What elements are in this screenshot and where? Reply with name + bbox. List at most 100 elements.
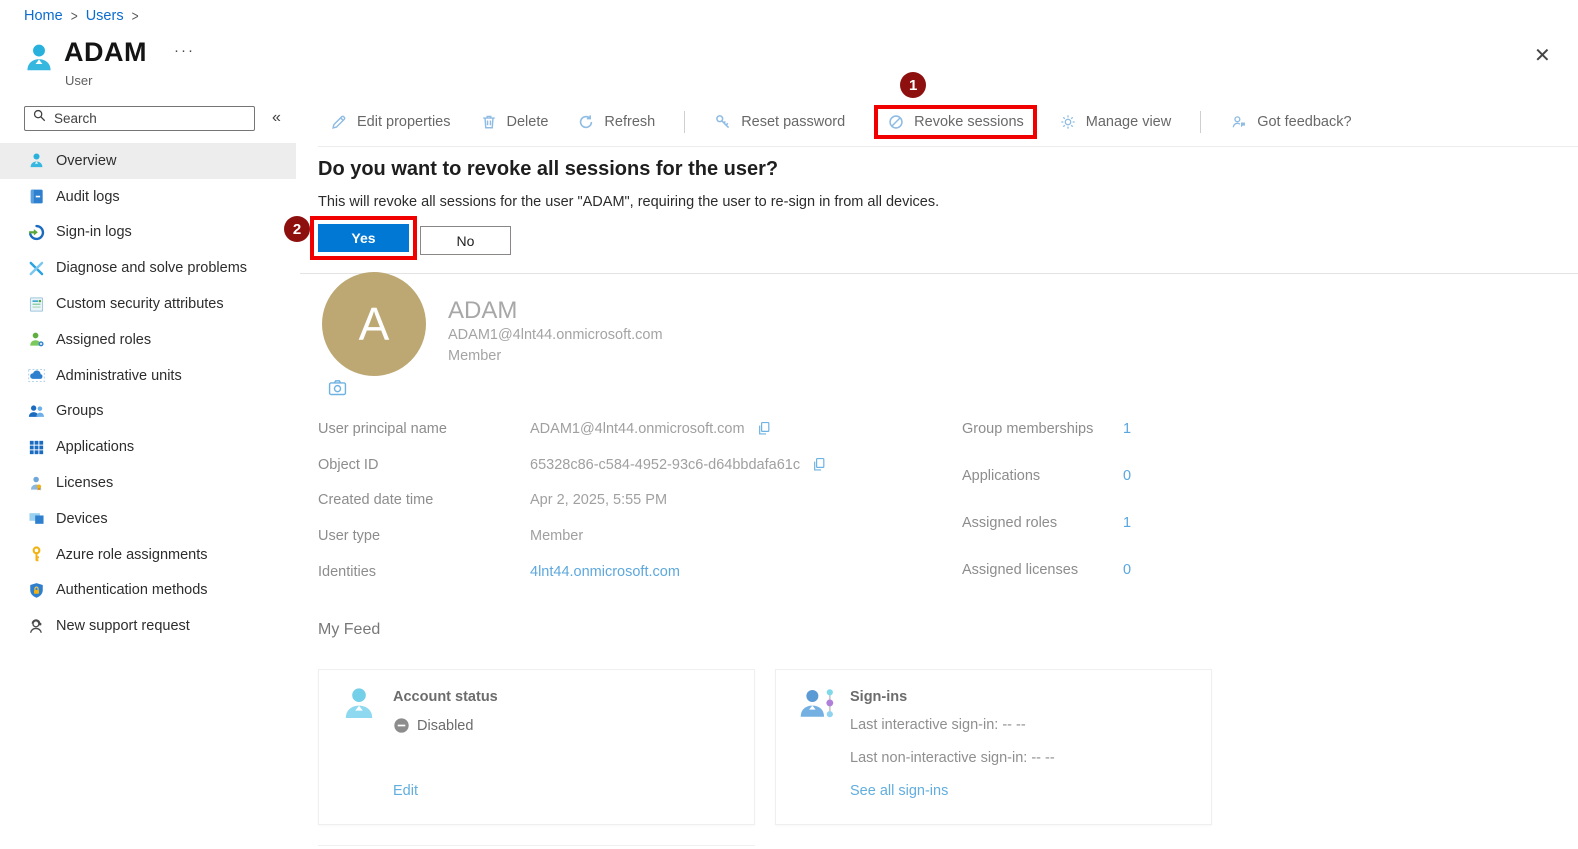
- sidebar-item-sign-in-logs[interactable]: Sign-in logs: [0, 215, 296, 251]
- sidebar-item-assigned-roles[interactable]: Assigned roles: [0, 322, 296, 358]
- refresh-button[interactable]: Refresh: [577, 113, 655, 131]
- more-menu-button[interactable]: ···: [174, 42, 195, 59]
- devices-icon: [27, 509, 46, 528]
- edit-link[interactable]: Edit: [393, 783, 418, 799]
- chevron-right-icon: >: [70, 7, 78, 25]
- sign-ins-card: Sign-ins Last interactive sign-in: -- --…: [775, 669, 1212, 825]
- disabled-minus-icon: [393, 717, 410, 734]
- revoke-sessions-button[interactable]: Revoke sessions: [887, 113, 1024, 131]
- sidebar-item-label: Overview: [56, 152, 117, 169]
- cloud-icon: [27, 366, 46, 385]
- toolbar-divider: [1200, 111, 1202, 133]
- sidebar-item-label: Licenses: [56, 475, 114, 492]
- sidebar-item-label: Applications: [56, 439, 135, 456]
- manage-view-button[interactable]: Manage view: [1059, 113, 1171, 131]
- sidebar-item-applications[interactable]: Applications: [0, 429, 296, 465]
- applications-count[interactable]: 0: [1123, 468, 1131, 484]
- profile-name: ADAM: [448, 297, 518, 324]
- delete-button[interactable]: Delete: [480, 113, 548, 131]
- breadcrumb: Home > Users >: [24, 7, 139, 25]
- yes-button[interactable]: Yes: [318, 224, 409, 252]
- sidebar-item-label: Azure role assignments: [56, 546, 208, 563]
- sidebar-item-label: Custom security attributes: [56, 296, 224, 313]
- attributes-document-icon: [27, 295, 46, 314]
- toolbar-rule: [318, 146, 1578, 147]
- stat-row: Applications 0: [962, 468, 1132, 485]
- sidebar-item-custom-security-attributes[interactable]: Custom security attributes: [0, 286, 296, 322]
- shield-lock-icon: [27, 581, 46, 600]
- key-icon: [716, 115, 730, 129]
- no-button[interactable]: No: [420, 226, 511, 255]
- dialog-body: This will revoke all sessions for the us…: [318, 194, 940, 210]
- page-subtitle: User: [65, 73, 93, 88]
- sidebar-item-diagnose[interactable]: Diagnose and solve problems: [0, 250, 296, 286]
- search-box[interactable]: [24, 105, 255, 131]
- stat-row: Assigned roles 1: [962, 514, 1132, 531]
- reset-password-button[interactable]: Reset password: [714, 113, 845, 131]
- feedback-person-icon: [1232, 116, 1246, 128]
- breadcrumb-home[interactable]: Home: [24, 8, 63, 24]
- identities-link[interactable]: 4lnt44.onmicrosoft.com: [530, 564, 680, 580]
- next-card-edge: [318, 845, 755, 846]
- section-divider: [300, 273, 1578, 274]
- key-icon: [27, 545, 46, 564]
- sidebar-item-label: Sign-in logs: [56, 224, 132, 241]
- breadcrumb-users[interactable]: Users: [86, 8, 124, 24]
- page-title: ADAM: [64, 37, 147, 67]
- property-row: Object ID 65328c86-c584-4952-93c6-d64bbd…: [318, 447, 878, 483]
- got-feedback-button[interactable]: Got feedback?: [1230, 113, 1352, 131]
- property-row: Created date time Apr 2, 2025, 5:55 PM: [318, 492, 668, 509]
- stat-row: Group memberships 1: [962, 421, 1132, 438]
- sidebar-item-overview[interactable]: Overview: [0, 143, 296, 179]
- sidebar-item-label: Devices: [56, 510, 108, 527]
- annotation-step-2: 2: [284, 216, 310, 242]
- sidebar-item-label: New support request: [56, 618, 190, 635]
- account-status-card: Account status Disabled Edit: [318, 669, 755, 825]
- sidebar: « Overview Audit logs Sign-in logs Diagn…: [0, 105, 296, 644]
- toolbar-divider: [684, 111, 686, 133]
- sidebar-item-devices[interactable]: Devices: [0, 501, 296, 537]
- camera-icon[interactable]: [328, 379, 347, 396]
- property-row: User type Member: [318, 528, 584, 545]
- search-input[interactable]: [54, 110, 247, 126]
- user-avatar-icon: [22, 40, 56, 81]
- sidebar-item-groups[interactable]: Groups: [0, 394, 296, 430]
- edit-properties-button[interactable]: Edit properties: [330, 113, 451, 131]
- last-interactive-sign-in: Last interactive sign-in: -- --: [850, 717, 1026, 733]
- support-person-icon: [27, 617, 46, 636]
- sidebar-item-label: Diagnose and solve problems: [56, 260, 248, 277]
- sidebar-item-licenses[interactable]: Licenses: [0, 465, 296, 501]
- copy-icon[interactable]: [756, 420, 772, 437]
- copy-icon[interactable]: [811, 456, 827, 473]
- profile-upn: ADAM1@4lnt44.onmicrosoft.com: [448, 327, 663, 343]
- collapse-sidebar-button[interactable]: «: [272, 109, 281, 127]
- chevron-right-icon: >: [131, 7, 139, 25]
- profile-membership: Member: [448, 348, 502, 364]
- card-title: Account status: [393, 689, 498, 705]
- person-role-icon: [27, 330, 46, 349]
- sidebar-item-azure-role-assignments[interactable]: Azure role assignments: [0, 537, 296, 573]
- grid-icon: [27, 438, 46, 457]
- license-person-icon: [27, 474, 46, 493]
- sidebar-item-label: Authentication methods: [56, 582, 208, 599]
- group-memberships-count[interactable]: 1: [1123, 421, 1131, 437]
- see-all-sign-ins-link[interactable]: See all sign-ins: [850, 783, 948, 799]
- sidebar-item-new-support-request[interactable]: New support request: [0, 608, 296, 644]
- tools-icon: [27, 259, 46, 278]
- sidebar-item-label: Groups: [56, 403, 104, 420]
- yes-highlight-box: 2 Yes: [284, 216, 417, 260]
- sidebar-item-label: Assigned roles: [56, 331, 152, 348]
- trash-icon: [482, 115, 495, 129]
- sidebar-item-audit-logs[interactable]: Audit logs: [0, 179, 296, 215]
- sidebar-item-authentication-methods[interactable]: Authentication methods: [0, 573, 296, 609]
- command-bar: Edit properties Delete Refresh Reset pas…: [330, 72, 1381, 141]
- assigned-roles-count[interactable]: 1: [1123, 515, 1131, 531]
- revoke-sessions-highlight-box: 1 Revoke sessions: [874, 72, 1037, 139]
- sign-ins-icon: [796, 683, 836, 725]
- property-row: User principal name ADAM1@4lnt44.onmicro…: [318, 411, 878, 447]
- sidebar-nav: Overview Audit logs Sign-in logs Diagnos…: [0, 143, 296, 644]
- close-icon[interactable]: ✕: [1534, 43, 1551, 68]
- sidebar-item-administrative-units[interactable]: Administrative units: [0, 358, 296, 394]
- block-icon: [889, 115, 903, 129]
- assigned-licenses-count[interactable]: 0: [1123, 562, 1131, 578]
